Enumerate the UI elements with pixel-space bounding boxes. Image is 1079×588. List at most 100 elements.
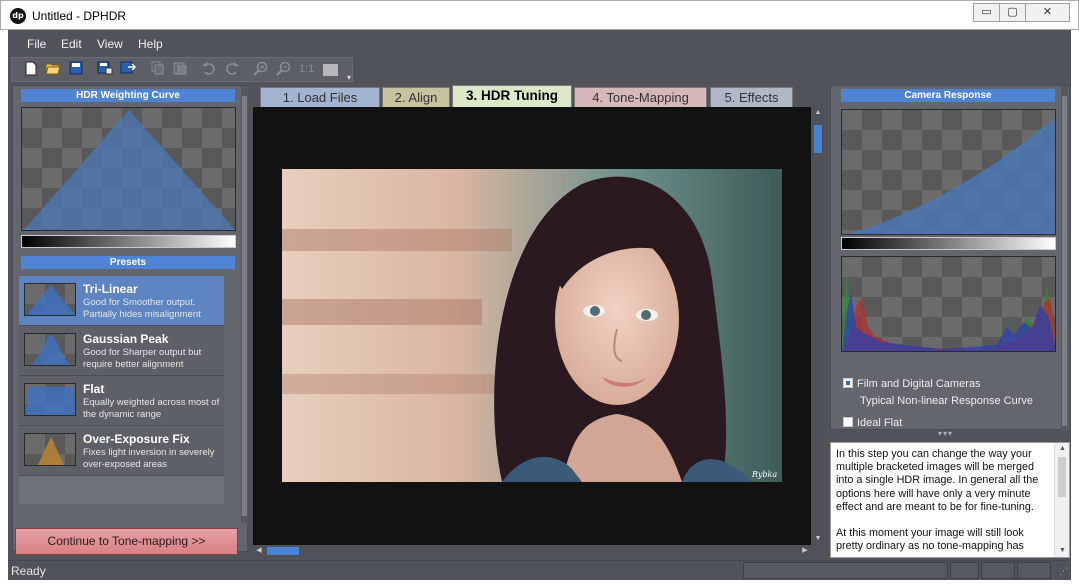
resize-grip-icon[interactable]: ⋰ (1059, 566, 1069, 576)
paste-icon[interactable] (171, 61, 188, 78)
option-typical-nonlinear: Typical Non-linear Response Curve (860, 395, 1033, 407)
tab-tone-mapping[interactable]: 4. Tone-Mapping (574, 87, 707, 107)
save-as-icon[interactable] (96, 61, 113, 78)
info-scrollbar-thumb[interactable] (1058, 457, 1066, 497)
right-panel-scrollbar[interactable] (1061, 86, 1068, 431)
info-scrollbar[interactable]: ▲ ▼ (1054, 443, 1069, 557)
help-paragraph: In this step you can change the way your… (836, 448, 1039, 513)
photo-signature: Rybka (751, 470, 777, 479)
app-client-area: File Edit View Help 1:1 ▾ HDR Weighting … (8, 30, 1071, 580)
workflow-tabs: 1. Load Files 2. Align 3. HDR Tuning 4. … (252, 85, 827, 107)
zoom-in-icon[interactable] (252, 61, 269, 78)
option-label: Film and Digital Cameras (857, 378, 981, 390)
preset-flat[interactable]: Flat Equally weighted across most of the… (19, 376, 224, 426)
export-icon[interactable] (119, 61, 136, 78)
tab-hdr-tuning[interactable]: 3. HDR Tuning (452, 85, 572, 107)
option-film-digital-cameras[interactable]: Film and Digital Cameras (843, 378, 980, 390)
open-folder-icon[interactable] (44, 61, 61, 78)
zoom-out-icon[interactable] (275, 61, 292, 78)
scroll-down-icon[interactable]: ▼ (1055, 545, 1069, 557)
scroll-down-icon[interactable]: ▼ (812, 533, 824, 545)
presets-header: Presets (21, 256, 235, 269)
viewport-horizontal-thumb[interactable] (267, 547, 299, 555)
right-panel: Camera Response Film and Digital Cameras… (830, 85, 1070, 431)
checked-radio-icon[interactable] (843, 378, 853, 388)
tab-load-files[interactable]: 1. Load Files (260, 87, 380, 107)
option-sublabel: Typical Non-linear Response Curve (860, 395, 1034, 407)
option-label: Ideal Flat (857, 417, 903, 429)
preset-thumbnail (24, 383, 76, 416)
preset-thumbnail (24, 433, 76, 466)
minimize-button[interactable]: ▭ (973, 3, 1000, 22)
status-cell (950, 562, 979, 579)
image-viewport[interactable]: Rybka (253, 107, 811, 545)
preset-name: Tri-Linear (83, 282, 138, 296)
title-bar: dp Untitled - DPHDR ▭ ▢ ✕ (0, 0, 1079, 30)
toolbar: 1:1 (11, 57, 353, 82)
weighting-curve-graph[interactable] (21, 107, 236, 231)
maximize-button[interactable]: ▢ (999, 3, 1026, 22)
preset-description: Equally weighted across most of the dyna… (83, 397, 220, 420)
preview-image: Rybka (282, 169, 782, 482)
close-button[interactable]: ✕ (1025, 3, 1070, 22)
preset-thumbnail (24, 283, 76, 316)
window-controls: ▭ ▢ ✕ (973, 3, 1070, 22)
help-info-box: In this step you can change the way your… (830, 442, 1070, 558)
menu-view[interactable]: View (97, 37, 123, 51)
preset-tri-linear[interactable]: Tri-Linear Good for Smoother output. Par… (19, 276, 224, 326)
status-bar: Ready ⋰ (8, 560, 1071, 580)
status-text: Ready (11, 564, 46, 578)
scroll-left-icon[interactable]: ◀ (253, 545, 265, 557)
menu-file[interactable]: File (27, 37, 46, 51)
histogram-graph (841, 256, 1056, 352)
viewport-horizontal-scrollbar[interactable]: ◀ ▶ (253, 545, 811, 557)
toolbar-overflow-icon[interactable]: ▾ (347, 73, 351, 82)
preset-description: Fixes light inversion in severely over-e… (83, 447, 215, 470)
status-cell (981, 562, 1015, 579)
preset-thumbnail (24, 333, 76, 366)
new-file-icon[interactable] (22, 61, 39, 78)
preset-gaussian-peak[interactable]: Gaussian Peak Good for Sharper output bu… (19, 326, 224, 376)
weighting-gradient-bar (21, 235, 236, 248)
response-gradient-bar (841, 237, 1056, 250)
scroll-right-icon[interactable]: ▶ (799, 545, 811, 557)
presets-list: Tri-Linear Good for Smoother output. Par… (19, 276, 224, 504)
right-panel-scrollbar-thumb[interactable] (1062, 96, 1067, 426)
menu-bar: File Edit View Help (8, 30, 1071, 56)
viewport-vertical-thumb[interactable] (814, 125, 822, 153)
unchecked-radio-icon[interactable] (843, 417, 853, 427)
camera-response-header: Camera Response (841, 89, 1055, 102)
option-ideal-flat[interactable]: Ideal Flat (843, 417, 902, 429)
preset-name: Over-Exposure Fix (83, 432, 190, 446)
app-logo-icon: dp (10, 8, 26, 24)
help-paragraph: At this moment your image will still loo… (836, 527, 1024, 553)
copy-icon[interactable] (149, 61, 166, 78)
portrait-photo: Rybka (282, 169, 782, 482)
zoom-actual-size-button[interactable]: 1:1 (299, 63, 314, 75)
tab-effects[interactable]: 5. Effects (710, 87, 793, 107)
scroll-up-icon[interactable]: ▲ (812, 107, 824, 119)
scroll-up-icon[interactable]: ▲ (1055, 443, 1069, 455)
redo-icon[interactable] (223, 61, 240, 78)
left-panel-scrollbar[interactable] (241, 86, 248, 523)
center-workspace: 1. Load Files 2. Align 3. HDR Tuning 4. … (252, 85, 827, 560)
status-cell (1017, 562, 1051, 579)
continue-to-tone-mapping-button[interactable]: Continue to Tone-mapping >> (15, 528, 238, 555)
preset-description: Good for Smoother output. Partially hide… (83, 297, 201, 320)
camera-response-curve-graph[interactable] (841, 109, 1056, 235)
right-panel-collapse-handle[interactable]: ▾▾▾ (938, 429, 953, 438)
undo-icon[interactable] (200, 61, 217, 78)
weighting-curve-header: HDR Weighting Curve (21, 89, 235, 102)
preset-name: Gaussian Peak (83, 332, 169, 346)
menu-edit[interactable]: Edit (61, 37, 82, 51)
left-panel-scrollbar-thumb[interactable] (242, 96, 247, 516)
window-title: Untitled - DPHDR (32, 9, 127, 23)
tab-align[interactable]: 2. Align (382, 87, 450, 107)
help-text: In this step you can change the way your… (836, 448, 1044, 553)
save-icon[interactable] (67, 61, 84, 78)
viewport-vertical-scrollbar[interactable]: ▲ ▼ (812, 107, 824, 545)
status-cell (743, 562, 948, 579)
preset-over-exposure-fix[interactable]: Over-Exposure Fix Fixes light inversion … (19, 426, 224, 476)
menu-help[interactable]: Help (138, 37, 163, 51)
background-color-swatch[interactable] (323, 64, 338, 76)
